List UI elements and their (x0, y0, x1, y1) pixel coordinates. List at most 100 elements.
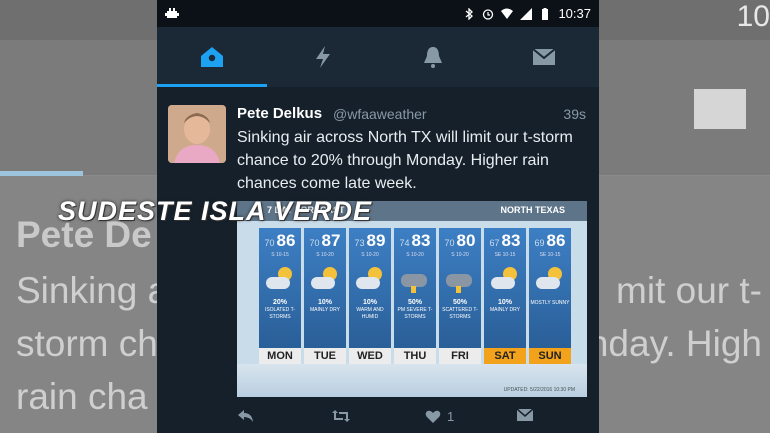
like-button[interactable]: 1 (425, 409, 454, 424)
condition-text: PM SEVERE T-STORMS (397, 307, 433, 320)
high-temp: 89 (366, 231, 386, 250)
low-temp: 70 (264, 238, 275, 248)
tweet-timestamp: 39s (563, 106, 586, 122)
home-icon (201, 47, 224, 67)
condition-text: ISOLATED T-STORMS (264, 307, 296, 320)
rain-chance: 50% (452, 299, 467, 306)
high-temp: 83 (501, 231, 521, 250)
avatar[interactable] (168, 105, 226, 163)
tweet-card[interactable]: Pete Delkus @wfaaweather 39s Sinking air… (157, 87, 599, 433)
forecast-day-mon: 70 86 S 10-15 20% ISOLATED T-STORMS (259, 228, 301, 348)
tab-bar (157, 27, 599, 87)
lightning-icon (315, 46, 330, 68)
reply-icon (238, 410, 253, 422)
tab-messages[interactable] (489, 27, 600, 87)
envelope-icon (532, 48, 556, 65)
condition-text: MAINLY DRY (489, 307, 520, 313)
high-temp: 80 (456, 231, 476, 250)
low-temp: 73 (354, 238, 365, 248)
forecast-day-tue: 70 87 S 10-20 10% MAINLY DRY (304, 228, 346, 348)
like-count: 1 (447, 409, 455, 424)
bg-text-line-1: Sinking a (16, 270, 169, 311)
wind: S 10-20 (316, 252, 334, 258)
temps: 74 83 (400, 231, 431, 251)
direct-message-button[interactable] (517, 409, 533, 421)
weekday-label: SAT (484, 348, 526, 364)
author-handle[interactable]: @wfaaweather (333, 106, 427, 122)
forecast-updated: UPDATED: 5/22/2016 10:30 PM (503, 387, 575, 393)
weekday-label: SUN (529, 348, 571, 364)
wind: S 10-15 (271, 252, 289, 258)
forecast-day-fri: 70 80 S 10-20 50% SCATTERED T-STORMS (439, 228, 481, 348)
thunderstorm-icon (446, 267, 474, 293)
forecast-day-thu: 74 83 S 10-20 50% PM SEVERE T-STORMS (394, 228, 436, 348)
wind: SE 10-15 (494, 252, 516, 258)
temps: 70 86 (265, 231, 296, 251)
wind: S 10-20 (361, 252, 379, 258)
weekday-label: TUE (304, 348, 346, 364)
partly-sunny-icon (266, 267, 294, 289)
wifi-icon (501, 8, 514, 19)
battery-icon (542, 7, 549, 20)
rain-chance: 10% (362, 299, 377, 306)
high-temp: 86 (276, 231, 296, 250)
condition-text: WARM AND HUMID (356, 307, 384, 320)
tab-home[interactable] (157, 27, 268, 87)
author-name[interactable]: Pete Delkus (237, 105, 322, 122)
wind: SE 10-15 (539, 252, 561, 258)
forecast-day-wed: 73 89 S 10-20 10% WARM AND HUMID (349, 228, 391, 348)
low-temp: 67 (489, 238, 500, 248)
weekday-label: FRI (439, 348, 481, 364)
weekday-label: THU (394, 348, 436, 364)
condition-text: MOSTLY SUNNY (530, 300, 570, 306)
retweet-button[interactable] (331, 409, 351, 423)
partly-sunny-icon (536, 267, 564, 289)
avatar-photo (168, 105, 226, 163)
bg-text-line-3: rain cha (16, 376, 148, 417)
tweet-text: Sinking air across North TX will limit o… (237, 129, 573, 192)
temps: 69 86 (535, 231, 566, 251)
bg-mail-icon (694, 89, 746, 129)
high-temp: 86 (546, 231, 566, 250)
rain-chance: 50% (407, 299, 422, 306)
wind: S 10-20 (406, 252, 424, 258)
high-temp: 87 (321, 231, 341, 250)
partly-sunny-icon (356, 267, 384, 289)
status-bar: 10:37 (157, 0, 599, 27)
app-notification-icon (165, 7, 179, 18)
low-temp: 69 (534, 238, 545, 248)
bg-text-right-2: nday. High (587, 323, 762, 364)
rain-chance: 20% (272, 299, 287, 306)
forecast-day-sun: 69 86 SE 10-15 MOSTLY SUNNY (529, 228, 571, 348)
wind: S 10-20 (451, 252, 469, 258)
high-temp: 83 (411, 231, 431, 250)
partly-sunny-icon (311, 267, 339, 289)
tweet-actions: 1 (157, 409, 599, 433)
tweet-media-forecast[interactable]: 7 DAY FORECAST NORTH TEXAS 70 86 S 10-15 20… (237, 201, 587, 397)
low-temp: 70 (444, 238, 455, 248)
overlay-title: SUDESTE ISLA VERDE (58, 196, 373, 226)
bg-status-time: 10 (736, 0, 770, 33)
temps: 70 80 (445, 231, 476, 251)
condition-text: MAINLY DRY (309, 307, 340, 313)
signal-icon (520, 7, 533, 20)
alarm-icon (483, 8, 494, 20)
forecast-header-right: NORTH TEXAS (500, 205, 565, 215)
heart-icon (425, 410, 441, 423)
forecast-days: 70 86 S 10-15 20% ISOLATED T-STORMS 70 87 S 10-… (259, 228, 571, 348)
bell-icon (424, 47, 443, 68)
thunderstorm-icon (401, 267, 429, 293)
tab-moments[interactable] (268, 27, 379, 87)
bg-text-line-2: storm ch (16, 323, 158, 364)
partly-sunny-icon (491, 267, 519, 289)
envelope-small-icon (517, 409, 533, 421)
temps: 67 83 (490, 231, 521, 251)
forecast-weekday-row: MON TUE WED THU FRI SAT SUN (259, 348, 571, 364)
retweet-icon (332, 410, 350, 422)
low-temp: 70 (309, 238, 320, 248)
rain-chance: 10% (317, 299, 332, 306)
reply-button[interactable] (237, 409, 255, 423)
tab-notifications[interactable] (378, 27, 489, 87)
status-time: 10:37 (558, 6, 591, 21)
low-temp: 74 (399, 238, 410, 248)
